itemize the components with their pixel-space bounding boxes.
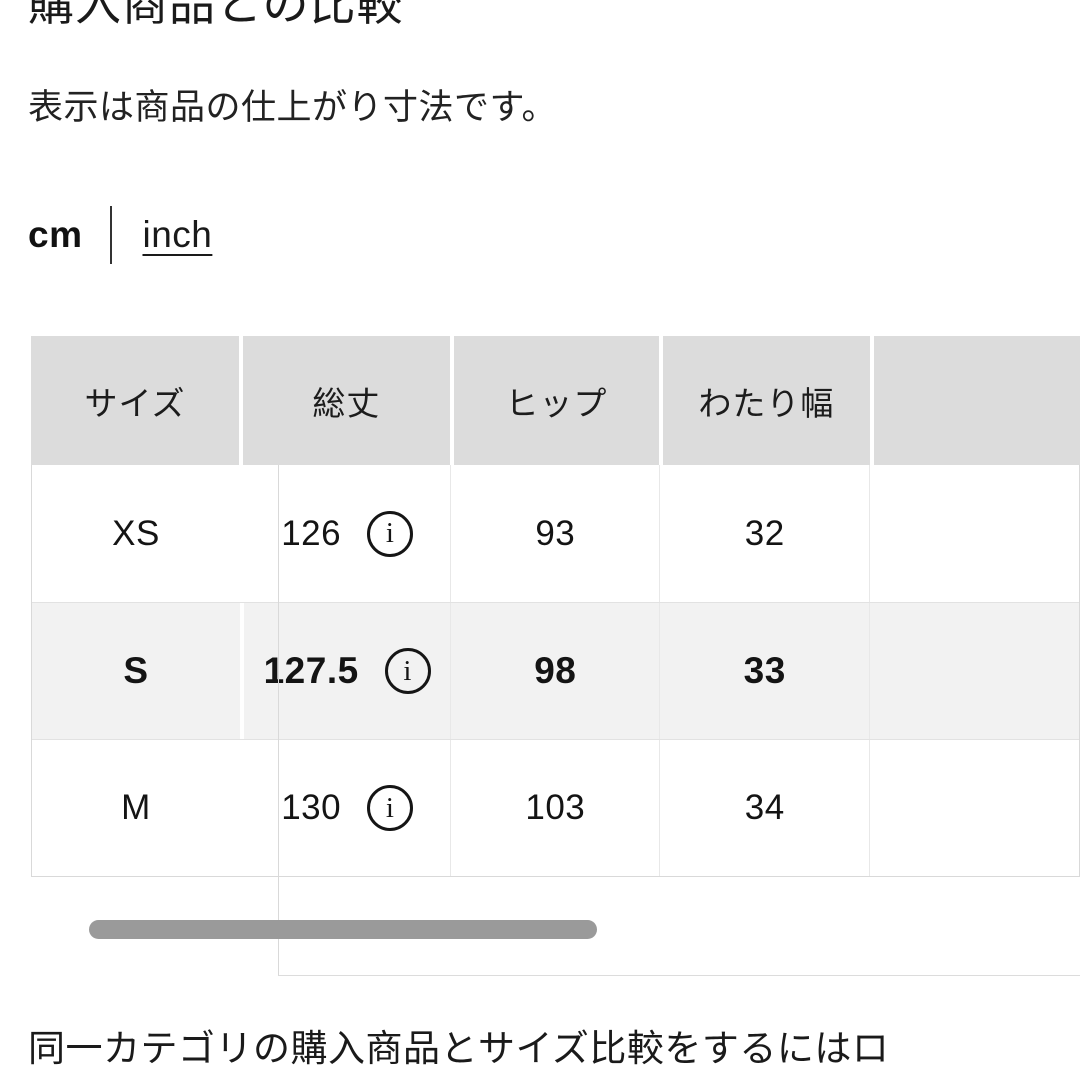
cell-size: S: [123, 650, 149, 691]
cell-hip: 103: [450, 740, 659, 876]
cell-hip: 98: [450, 603, 659, 739]
cell-thigh-width: 32: [659, 465, 869, 602]
unit-toggle: cm inch: [28, 203, 212, 267]
page-subtitle: 表示は商品の仕上がり寸法です。: [28, 88, 558, 127]
footer-text-clip: 同一カテゴリの購入商品とサイズ比較をするにはロ: [0, 1022, 1080, 1080]
cell-total-length: 127.5 i: [240, 603, 450, 739]
cell-extra: [869, 465, 1079, 602]
cell-extra: [869, 603, 1079, 739]
page-title: 購入商品との比較: [28, 0, 404, 30]
info-icon[interactable]: i: [367, 785, 414, 831]
cell-hip: 93: [450, 465, 659, 602]
column-header-extra: [869, 336, 1080, 465]
column-header-size: サイズ: [31, 336, 240, 465]
horizontal-scrollbar-thumb[interactable]: [89, 920, 597, 939]
table-header-row: サイズ 総丈 ヒップ わたり幅: [31, 336, 1080, 465]
size-chart-page: 購入商品との比較 表示は商品の仕上がり寸法です。 cm inch サイズ 総丈 …: [0, 0, 1080, 1080]
size-table: サイズ 総丈 ヒップ わたり幅 XS 126 i 93 32 S 127.5 i…: [31, 336, 1080, 877]
cell-total-length: 126 i: [240, 465, 450, 602]
info-icon[interactable]: i: [384, 648, 431, 694]
footer-text: 同一カテゴリの購入商品とサイズ比較をするにはロ: [28, 1028, 890, 1069]
page-title-clip: 購入商品との比較: [0, 0, 1080, 44]
unit-option-inch[interactable]: inch: [112, 214, 212, 256]
cell-total-length-value: 126: [281, 513, 342, 553]
table-body: XS 126 i 93 32 S 127.5 i 98 33 M 130 i 1…: [31, 465, 1080, 877]
unit-option-cm[interactable]: cm: [28, 214, 110, 256]
cell-size: M: [121, 788, 151, 827]
column-header-total-length: 総丈: [239, 336, 450, 465]
table-row[interactable]: XS 126 i 93 32: [32, 465, 1079, 602]
cell-thigh-width: 34: [659, 740, 869, 876]
table-row[interactable]: S 127.5 i 98 33: [32, 602, 1079, 739]
cell-total-length-value: 130: [281, 788, 342, 827]
table-row[interactable]: M 130 i 103 34: [32, 739, 1079, 876]
column-header-thigh-width: わたり幅: [659, 336, 870, 465]
column-header-hip: ヒップ: [449, 336, 660, 465]
cell-size: XS: [112, 513, 160, 553]
size-table-wrapper: サイズ 総丈 ヒップ わたり幅 XS 126 i 93 32 S 127.5 i…: [31, 336, 1080, 976]
cell-total-length: 130 i: [240, 740, 450, 876]
info-icon[interactable]: i: [367, 510, 414, 557]
cell-extra: [869, 740, 1079, 876]
cell-total-length-value: 127.5: [263, 650, 359, 691]
cell-thigh-width: 33: [659, 603, 869, 739]
